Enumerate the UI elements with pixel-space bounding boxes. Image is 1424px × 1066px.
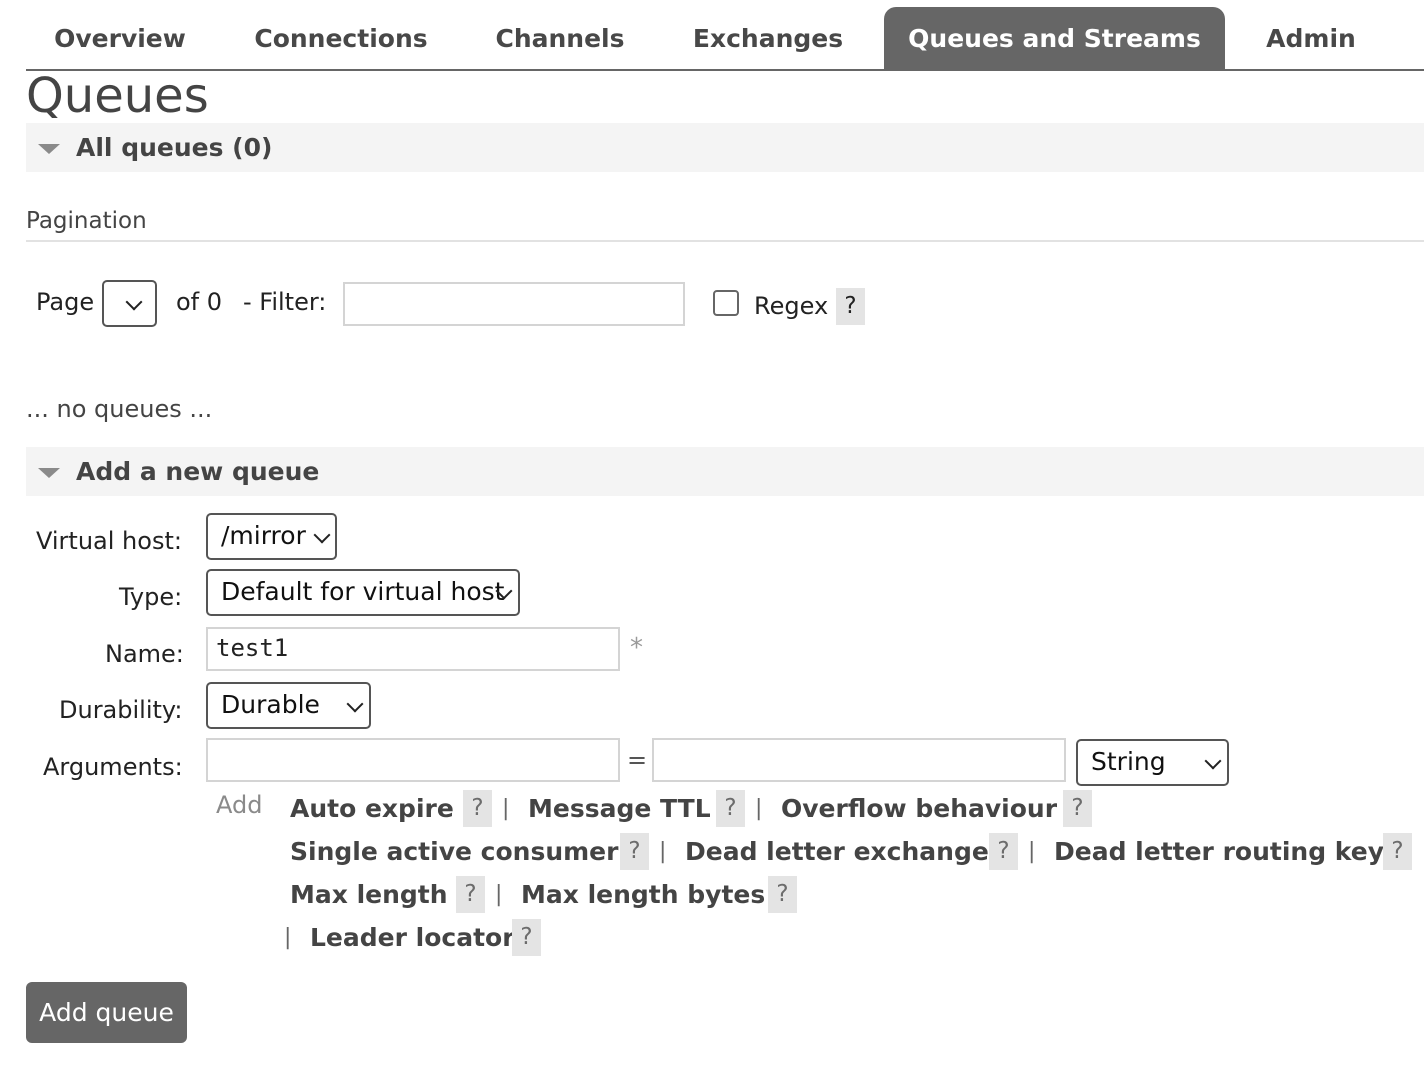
argument-value-input[interactable] bbox=[652, 738, 1066, 782]
separator: | bbox=[1028, 839, 1036, 864]
chevron-down-icon bbox=[125, 293, 143, 311]
regex-checkbox[interactable] bbox=[713, 290, 739, 316]
main-nav: Overview Connections Channels Exchanges … bbox=[26, 7, 1424, 71]
chevron-down-icon bbox=[1204, 752, 1222, 770]
pagination-divider bbox=[26, 240, 1424, 242]
arg-link-single-active-consumer[interactable]: Single active consumer bbox=[290, 837, 618, 866]
separator: | bbox=[502, 796, 510, 821]
max-length-help-icon[interactable]: ? bbox=[456, 876, 485, 913]
empty-queues-message: ... no queues ... bbox=[26, 395, 213, 423]
page-select[interactable] bbox=[102, 280, 157, 327]
add-argument-label: Add bbox=[216, 791, 263, 819]
collapse-triangle-icon bbox=[38, 144, 60, 154]
filter-input[interactable] bbox=[343, 282, 685, 326]
durability-select[interactable]: Durable bbox=[206, 682, 371, 729]
queue-type-value: Default for virtual host bbox=[221, 577, 505, 606]
add-queue-heading: Add a new queue bbox=[76, 457, 320, 486]
equals-sign: = bbox=[627, 746, 648, 774]
argument-type-value: String bbox=[1091, 747, 1166, 776]
virtual-host-label: Virtual host: bbox=[36, 527, 182, 555]
arg-link-max-length-bytes[interactable]: Max length bytes bbox=[521, 880, 765, 909]
page-title: Queues bbox=[26, 68, 209, 124]
arg-link-dead-letter-exchange[interactable]: Dead letter exchange bbox=[685, 837, 989, 866]
chevron-down-icon bbox=[313, 526, 331, 544]
type-label: Type: bbox=[119, 583, 183, 611]
filter-label: - Filter: bbox=[243, 288, 327, 316]
all-queues-heading: All queues (0) bbox=[76, 133, 273, 162]
add-queue-section-toggle[interactable]: Add a new queue bbox=[26, 447, 1424, 496]
separator: | bbox=[284, 925, 292, 950]
name-label: Name: bbox=[105, 640, 184, 668]
overflow-behaviour-help-icon[interactable]: ? bbox=[1063, 790, 1092, 827]
queue-name-value: test1 bbox=[216, 634, 289, 662]
leader-locator-help-icon[interactable]: ? bbox=[512, 919, 541, 956]
page-count: of 0 bbox=[176, 288, 223, 316]
required-asterisk: * bbox=[630, 633, 643, 663]
arg-link-leader-locator[interactable]: Leader locator bbox=[310, 923, 515, 952]
separator: | bbox=[755, 796, 763, 821]
chevron-down-icon bbox=[346, 695, 364, 713]
virtual-host-value: /mirror bbox=[221, 521, 306, 550]
collapse-triangle-icon bbox=[38, 468, 60, 478]
separator: | bbox=[495, 882, 503, 907]
durability-label: Durability: bbox=[59, 696, 183, 724]
arg-link-message-ttl[interactable]: Message TTL bbox=[528, 794, 711, 823]
auto-expire-help-icon[interactable]: ? bbox=[463, 790, 492, 827]
argument-key-input[interactable] bbox=[206, 738, 620, 782]
tab-queues-and-streams[interactable]: Queues and Streams bbox=[884, 7, 1225, 69]
argument-type-select[interactable]: String bbox=[1076, 739, 1229, 786]
queue-name-input[interactable]: test1 bbox=[206, 627, 620, 671]
tab-connections[interactable]: Connections bbox=[240, 7, 442, 69]
tab-exchanges[interactable]: Exchanges bbox=[678, 7, 858, 69]
page-label: Page bbox=[36, 288, 95, 316]
all-queues-section-toggle[interactable]: All queues (0) bbox=[26, 123, 1424, 172]
arg-link-dead-letter-routing-key[interactable]: Dead letter routing key bbox=[1054, 837, 1384, 866]
dead-letter-exchange-help-icon[interactable]: ? bbox=[989, 833, 1018, 870]
virtual-host-select[interactable]: /mirror bbox=[206, 513, 337, 560]
arg-link-overflow-behaviour[interactable]: Overflow behaviour bbox=[781, 794, 1057, 823]
queue-type-select[interactable]: Default for virtual host bbox=[206, 569, 520, 616]
regex-label: Regex bbox=[754, 292, 829, 320]
dead-letter-routing-key-help-icon[interactable]: ? bbox=[1383, 833, 1412, 870]
max-length-bytes-help-icon[interactable]: ? bbox=[768, 876, 797, 913]
arg-link-auto-expire[interactable]: Auto expire bbox=[290, 794, 454, 823]
pagination-label: Pagination bbox=[26, 208, 147, 234]
single-active-consumer-help-icon[interactable]: ? bbox=[620, 833, 649, 870]
separator: | bbox=[659, 839, 667, 864]
durability-value: Durable bbox=[221, 690, 320, 719]
regex-help-icon[interactable]: ? bbox=[836, 288, 865, 325]
tab-channels[interactable]: Channels bbox=[478, 7, 642, 69]
tab-admin[interactable]: Admin bbox=[1254, 7, 1368, 69]
arg-link-max-length[interactable]: Max length bbox=[290, 880, 448, 909]
message-ttl-help-icon[interactable]: ? bbox=[716, 790, 745, 827]
arguments-label: Arguments: bbox=[43, 753, 183, 781]
add-queue-button[interactable]: Add queue bbox=[26, 982, 187, 1043]
tab-overview[interactable]: Overview bbox=[36, 7, 204, 69]
